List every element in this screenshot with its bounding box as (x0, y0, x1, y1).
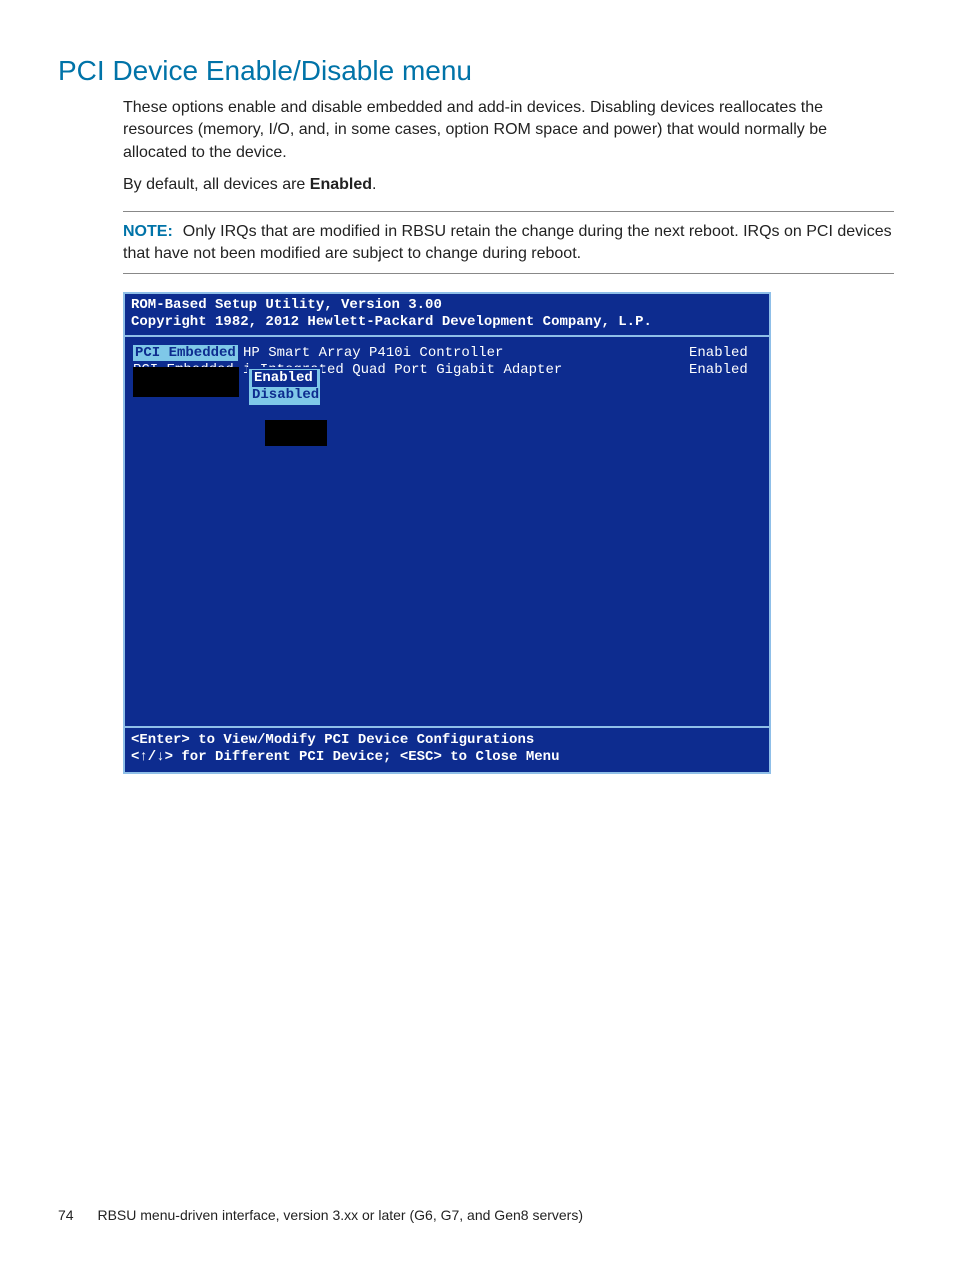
bios-header: ROM-Based Setup Utility, Version 3.00 Co… (125, 294, 769, 333)
note-block: NOTE:Only IRQs that are modified in RBSU… (0, 216, 954, 274)
default-prefix: By default, all devices are (123, 176, 310, 193)
default-suffix: . (372, 176, 376, 193)
popup-option-enabled[interactable]: Enabled (252, 370, 317, 387)
note-label: NOTE: (123, 223, 173, 240)
bios-footer: <Enter> to View/Modify PCI Device Config… (125, 726, 769, 772)
bios-row-0-status: Enabled (689, 345, 761, 362)
bios-row-0[interactable]: PCI Embedded HP Smart Array P410i Contro… (133, 345, 761, 362)
intro-paragraph: These options enable and disable embedde… (0, 97, 954, 174)
popup-border-bottom (247, 405, 322, 407)
note-text: Only IRQs that are modified in RBSU reta… (123, 223, 892, 262)
shadow-block-2 (265, 420, 327, 446)
divider-bottom (123, 273, 894, 274)
bios-body: PCI Embedded HP Smart Array P410i Contro… (125, 337, 769, 699)
default-paragraph: By default, all devices are Enabled. (0, 174, 954, 206)
bios-header-line1: ROM-Based Setup Utility, Version 3.00 (131, 297, 763, 314)
bios-footer-line2: <↑/↓> for Different PCI Device; <ESC> to… (131, 749, 763, 766)
enable-disable-popup[interactable]: Enabled Disabled (247, 367, 322, 407)
bios-row-0-desc: HP Smart Array P410i Controller (243, 345, 689, 362)
shadow-block-1 (133, 367, 239, 397)
popup-option-disabled[interactable]: Disabled (252, 387, 317, 404)
bios-footer-line1: <Enter> to View/Modify PCI Device Config… (131, 732, 763, 749)
page-title: PCI Device Enable/Disable menu (0, 0, 954, 97)
footer-text: RBSU menu-driven interface, version 3.xx… (97, 1207, 583, 1223)
bios-row-0-label: PCI Embedded (133, 345, 238, 361)
bios-screenshot: ROM-Based Setup Utility, Version 3.00 Co… (123, 292, 771, 774)
bios-row-1-status: Enabled (689, 362, 761, 379)
divider-top (123, 211, 894, 212)
default-enabled-word: Enabled (310, 176, 372, 193)
page-footer: 74 RBSU menu-driven interface, version 3… (58, 1207, 583, 1223)
bios-header-line2: Copyright 1982, 2012 Hewlett-Packard Dev… (131, 314, 763, 331)
page-number: 74 (58, 1207, 74, 1223)
